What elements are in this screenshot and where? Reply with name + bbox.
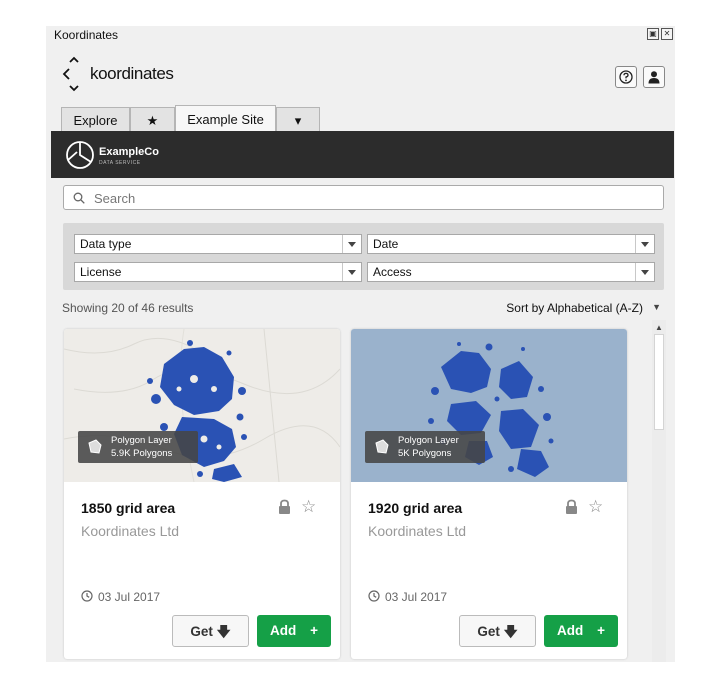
get-button[interactable]: Get 🡇	[459, 615, 536, 647]
dataset-card[interactable]: Polygon Layer 5.9K Polygons 1850 grid ar…	[64, 329, 340, 659]
layer-type-badge: Polygon Layer 5.9K Polygons	[78, 431, 198, 463]
dataset-publisher: Koordinates Ltd	[368, 523, 467, 539]
license-select[interactable]: License	[74, 262, 362, 282]
help-button[interactable]	[615, 66, 637, 88]
polygon-layer-icon	[88, 439, 102, 454]
chevron-down-icon: ▾	[294, 113, 302, 128]
layer-type-badge: Polygon Layer 5K Polygons	[365, 431, 485, 463]
add-label: Add	[270, 623, 297, 638]
layer-type: Polygon Layer	[398, 435, 459, 446]
sort-select[interactable]: Sort by Alphabetical (A-Z)	[506, 301, 643, 315]
float-icon[interactable]: ▣	[647, 28, 659, 40]
select-label: Data type	[80, 237, 132, 251]
dataset-publisher: Koordinates Ltd	[81, 523, 180, 539]
koordinates-logo: koordinates	[60, 56, 210, 92]
help-icon	[619, 70, 633, 84]
add-button[interactable]: Add +	[544, 615, 618, 647]
tab-label: Example Site	[187, 112, 264, 127]
dataset-date: 03 Jul 2017	[98, 590, 161, 604]
feature-count: 5.9K Polygons	[111, 448, 173, 459]
tab-explore[interactable]: Explore	[61, 107, 130, 131]
panel-titlebar: Koordinates ▣ ✕	[46, 26, 675, 44]
tab-label: Explore	[73, 113, 118, 128]
tab-more[interactable]: ▾	[276, 107, 320, 131]
get-button[interactable]: Get 🡇	[172, 615, 249, 647]
layer-type: Polygon Layer	[111, 435, 172, 446]
dataset-date: 03 Jul 2017	[385, 590, 448, 604]
chevron-down-icon	[635, 235, 654, 253]
data-type-select[interactable]: Data type	[74, 234, 362, 254]
dataset-card[interactable]: Polygon Layer 5K Polygons 1920 grid area…	[351, 329, 627, 659]
scrollbar-thumb[interactable]	[654, 334, 664, 430]
logo-mark-icon	[62, 56, 79, 92]
plus-icon: +	[310, 623, 318, 638]
search-icon	[73, 192, 85, 204]
select-label: Access	[373, 265, 412, 279]
brand-name: koordinates	[90, 64, 174, 83]
panel-title: Koordinates	[54, 28, 119, 42]
plus-icon: +	[597, 623, 605, 638]
polygon-layer-icon	[375, 439, 389, 454]
user-button[interactable]	[643, 66, 665, 88]
results-scrollbar[interactable]: ▲	[652, 320, 666, 662]
banner-name: ExampleCo	[99, 146, 159, 158]
lock-icon	[566, 499, 577, 514]
chevron-down-icon	[635, 263, 654, 281]
get-label: Get	[477, 624, 500, 639]
select-label: License	[80, 265, 122, 279]
sort-chevron-icon[interactable]: ▼	[652, 302, 661, 312]
download-arrow-icon: 🡇	[503, 624, 518, 639]
results-count: Showing 20 of 46 results	[62, 301, 194, 315]
get-label: Get	[190, 624, 213, 639]
chevron-down-icon	[342, 235, 361, 253]
favorite-star-icon[interactable]: ☆	[301, 497, 316, 517]
download-arrow-icon: 🡇	[216, 624, 231, 639]
clock-icon	[81, 590, 93, 602]
tab-example-site[interactable]: Example Site	[175, 105, 276, 131]
site-banner: ExampleCo DATA SERVICE	[51, 131, 674, 178]
feature-count: 5K Polygons	[398, 448, 452, 459]
search-box[interactable]	[63, 185, 664, 210]
scroll-up-icon[interactable]: ▲	[655, 323, 663, 332]
filter-area: Data type Date License Access	[63, 223, 664, 290]
banner-subtitle: DATA SERVICE	[99, 160, 141, 166]
search-input[interactable]	[92, 188, 656, 208]
close-icon[interactable]: ✕	[661, 28, 673, 40]
favorite-star-icon[interactable]: ☆	[588, 497, 603, 517]
dataset-title[interactable]: 1920 grid area	[368, 500, 462, 516]
dataset-title[interactable]: 1850 grid area	[81, 500, 175, 516]
exampleco-logo-icon	[66, 141, 94, 169]
lock-icon	[279, 499, 290, 514]
date-select[interactable]: Date	[367, 234, 655, 254]
select-label: Date	[373, 237, 399, 251]
clock-icon	[368, 590, 380, 602]
user-icon	[648, 71, 660, 84]
add-label: Add	[557, 623, 584, 638]
tab-starred[interactable]: ★	[130, 107, 175, 131]
koordinates-panel: Koordinates ▣ ✕ koordinates Explore ★ Ex…	[46, 26, 675, 662]
star-icon: ★	[146, 113, 159, 128]
access-select[interactable]: Access	[367, 262, 655, 282]
add-button[interactable]: Add +	[257, 615, 331, 647]
chevron-down-icon	[342, 263, 361, 281]
